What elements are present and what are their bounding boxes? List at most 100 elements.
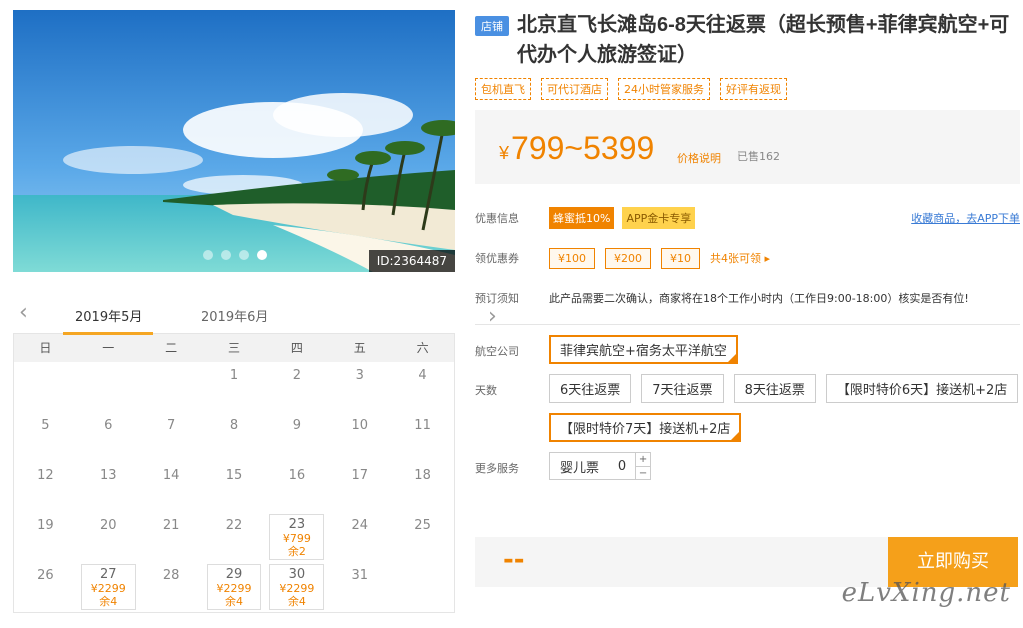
calendar-day: 25 (391, 512, 454, 562)
infant-ticket-qty[interactable]: 0 (609, 459, 635, 474)
calendar-day-number: 9 (292, 418, 301, 433)
favorite-link[interactable]: 收藏商品，去APP下单 (911, 210, 1020, 226)
feature-tag: 好评有返现 (720, 78, 787, 100)
calendar-month-underline (63, 332, 153, 335)
calendar-day: 1 (203, 362, 266, 412)
airline-label: 航空公司 (475, 345, 519, 358)
stepper-buttons: + − (635, 453, 651, 480)
calendar-day-number: 13 (100, 468, 117, 483)
calendar-day-number: 26 (37, 568, 54, 583)
calendar-day-number: 16 (288, 468, 306, 483)
calendar-day: 18 (391, 462, 454, 512)
calendar-day: 20 (77, 512, 140, 562)
airline-options: 菲律宾航空+宿务太平洋航空 (549, 335, 1019, 364)
calendar-day-number: 1 (229, 368, 239, 383)
carousel-dot[interactable] (221, 250, 231, 260)
calendar-month-tab-1[interactable]: 2019年5月 (75, 306, 142, 325)
weekday-label: 二 (165, 341, 178, 355)
calendar-day: 28 (140, 562, 203, 612)
title-row: 店铺 北京直飞长滩岛6-8天往返票（超长预售+菲律宾航空+可代办个人旅游签证） (475, 10, 1020, 70)
calendar-day-number: 21 (162, 518, 180, 533)
feature-tag: 可代订酒店 (541, 78, 608, 100)
coupon-ticket[interactable]: ¥10 (661, 247, 700, 269)
weekday-label: 三 (227, 341, 240, 355)
minus-icon[interactable]: − (636, 466, 651, 480)
calendar-day: 14 (140, 462, 203, 512)
carousel-dot-active[interactable] (257, 250, 267, 260)
plus-icon[interactable]: + (636, 453, 650, 466)
days-option[interactable]: 8天往返票 (733, 374, 816, 403)
product-photo[interactable]: ID:2364487 (13, 10, 455, 272)
calendar-day-price: ¥2299 (90, 582, 126, 595)
total-price: -- (503, 545, 525, 575)
calendar-day-number: 27 (100, 567, 117, 582)
price-box: ¥799~5399 价格说明 已售162 (475, 110, 1020, 184)
product-title: 北京直飞长滩岛6-8天往返票（超长预售+菲律宾航空+可代办个人旅游签证） (517, 14, 1010, 66)
calendar-day: 7 (140, 412, 203, 462)
infant-ticket-label: 婴儿票 (560, 460, 600, 476)
calendar-day: 31 (328, 562, 391, 612)
calendar-day: 2 (265, 362, 328, 412)
calendar-week-row: 12 13 14 15 16 17 18 (14, 462, 454, 512)
calendar-month-tab-2[interactable]: 2019年6月 (201, 306, 268, 325)
calendar-day: 5 (14, 412, 77, 462)
calendar-day-number: 10 (351, 418, 368, 433)
days-option-selected[interactable]: 【限时特价7天】接送机+2店 (549, 413, 742, 442)
carousel-dot[interactable] (239, 250, 249, 260)
feature-tag: 24小时管家服务 (618, 78, 710, 100)
beach-image (13, 10, 455, 272)
calendar-day: 6 (77, 412, 140, 462)
coupon-ticket[interactable]: ¥100 (549, 247, 595, 269)
calendar-day-number: 20 (100, 518, 117, 533)
airline-row: 航空公司 菲律宾航空+宿务太平洋航空 (475, 335, 1020, 364)
shop-badge: 店铺 (475, 16, 509, 36)
calendar-day-remaining: 余2 (287, 545, 306, 558)
calendar-week-row: 1 2 3 4 (14, 362, 454, 412)
feature-tag: 包机直飞 (475, 78, 531, 100)
weekday-label: 日 (39, 341, 52, 355)
calendar-day (77, 362, 140, 412)
weekday-label: 五 (353, 341, 366, 355)
price-note-link[interactable]: 价格说明 (677, 150, 721, 166)
notice-row: 预订须知 此产品需要二次确认，商家将在18个工作小时内（工作日9:00-18:0… (475, 278, 1020, 318)
days-options: 6天往返票 7天往返票 8天往返票 【限时特价6天】接送机+2店【限时特价7天】接送机… (549, 374, 1019, 442)
calendar-week-row: 19 20 21 22 23 ¥799 余2 24 25 (14, 512, 454, 562)
coupon-label: 领优惠券 (475, 252, 519, 265)
calendar-day-number: 29 (225, 567, 243, 582)
carousel-dot[interactable] (203, 250, 213, 260)
calendar-day: 19 (14, 512, 77, 562)
calendar-day (14, 362, 77, 412)
calendar-day-number: 22 (225, 518, 243, 533)
calendar-day: 3 (328, 362, 391, 412)
divider (475, 324, 1020, 325)
photo-id-label: ID:2364487 (368, 250, 455, 272)
coupon-ticket[interactable]: ¥200 (605, 247, 651, 269)
promo-badge-honey: 蜂蜜抵10% (549, 207, 615, 229)
coupon-more-link[interactable]: 共4张可领 ▸ (710, 250, 770, 266)
calendar-day-number: 14 (162, 468, 180, 483)
calendar-day-available[interactable]: 23 ¥799 余2 (269, 514, 325, 560)
calendar-day: 17 (328, 462, 391, 512)
days-option[interactable]: 【限时特价6天】接送机+2店 (825, 374, 1019, 403)
calendar-day: 26 (14, 562, 77, 612)
calendar-header: ‹ 2019年5月 2019年6月 › (13, 296, 497, 335)
calendar-day-available[interactable]: 30 ¥2299 余4 (269, 564, 325, 610)
calendar-weekdays: 日一二三四五六 (14, 334, 454, 362)
chevron-left-icon[interactable]: ‹ (19, 302, 28, 324)
calendar-day-available[interactable]: 27 ¥2299 余4 (80, 564, 136, 610)
calendar-day-number: 25 (414, 518, 431, 533)
calendar-day: 13 (77, 462, 140, 512)
calendar-day-price: ¥2299 (216, 582, 252, 595)
calendar-day-number: 18 (414, 468, 431, 483)
weekday-label: 四 (290, 341, 303, 355)
weekday-label: 一 (102, 341, 115, 355)
infant-ticket-stepper: 婴儿票 0 + − (549, 452, 652, 480)
calendar-day-number: 15 (225, 468, 243, 483)
calendar-day: 24 (328, 512, 391, 562)
airline-option-selected[interactable]: 菲律宾航空+宿务太平洋航空 (549, 335, 738, 364)
calendar-day-number: 19 (37, 518, 54, 533)
calendar-day-available[interactable]: 29 ¥2299 余4 (206, 564, 262, 610)
calendar-day (391, 562, 454, 612)
days-option[interactable]: 7天往返票 (641, 374, 724, 403)
days-option[interactable]: 6天往返票 (549, 374, 632, 403)
